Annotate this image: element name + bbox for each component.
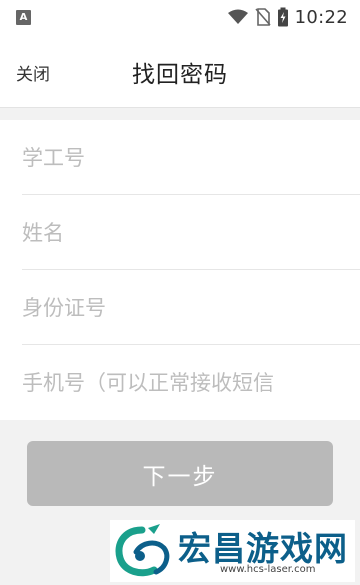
app-a-icon: A bbox=[16, 9, 31, 25]
status-bar: A 10:22 bbox=[0, 0, 360, 34]
name-input[interactable] bbox=[22, 195, 342, 270]
watermark-logo-icon bbox=[115, 524, 170, 577]
header: 关闭 找回密码 bbox=[0, 34, 360, 108]
id-card-field-row bbox=[0, 270, 360, 345]
phone-input[interactable] bbox=[22, 345, 342, 420]
watermark-url: www.hcs-laser.com bbox=[220, 564, 316, 575]
no-sim-icon bbox=[255, 8, 271, 26]
student-id-field-row bbox=[0, 120, 360, 195]
id-card-input[interactable] bbox=[22, 270, 342, 345]
recovery-form bbox=[0, 120, 360, 420]
battery-icon bbox=[277, 7, 288, 27]
status-right: 10:22 bbox=[227, 7, 348, 28]
status-left: A bbox=[16, 9, 31, 25]
name-field-row bbox=[0, 195, 360, 270]
watermark: 宏昌游戏网 www.hcs-laser.com bbox=[110, 520, 355, 582]
wifi-icon bbox=[227, 9, 248, 24]
page-title: 找回密码 bbox=[132, 62, 228, 88]
phone-field-row bbox=[0, 345, 360, 420]
next-step-button[interactable]: 下一步 bbox=[27, 441, 333, 506]
status-time: 10:22 bbox=[294, 6, 348, 28]
student-id-input[interactable] bbox=[22, 120, 342, 195]
watermark-brand: 宏昌游戏网 bbox=[178, 529, 348, 568]
